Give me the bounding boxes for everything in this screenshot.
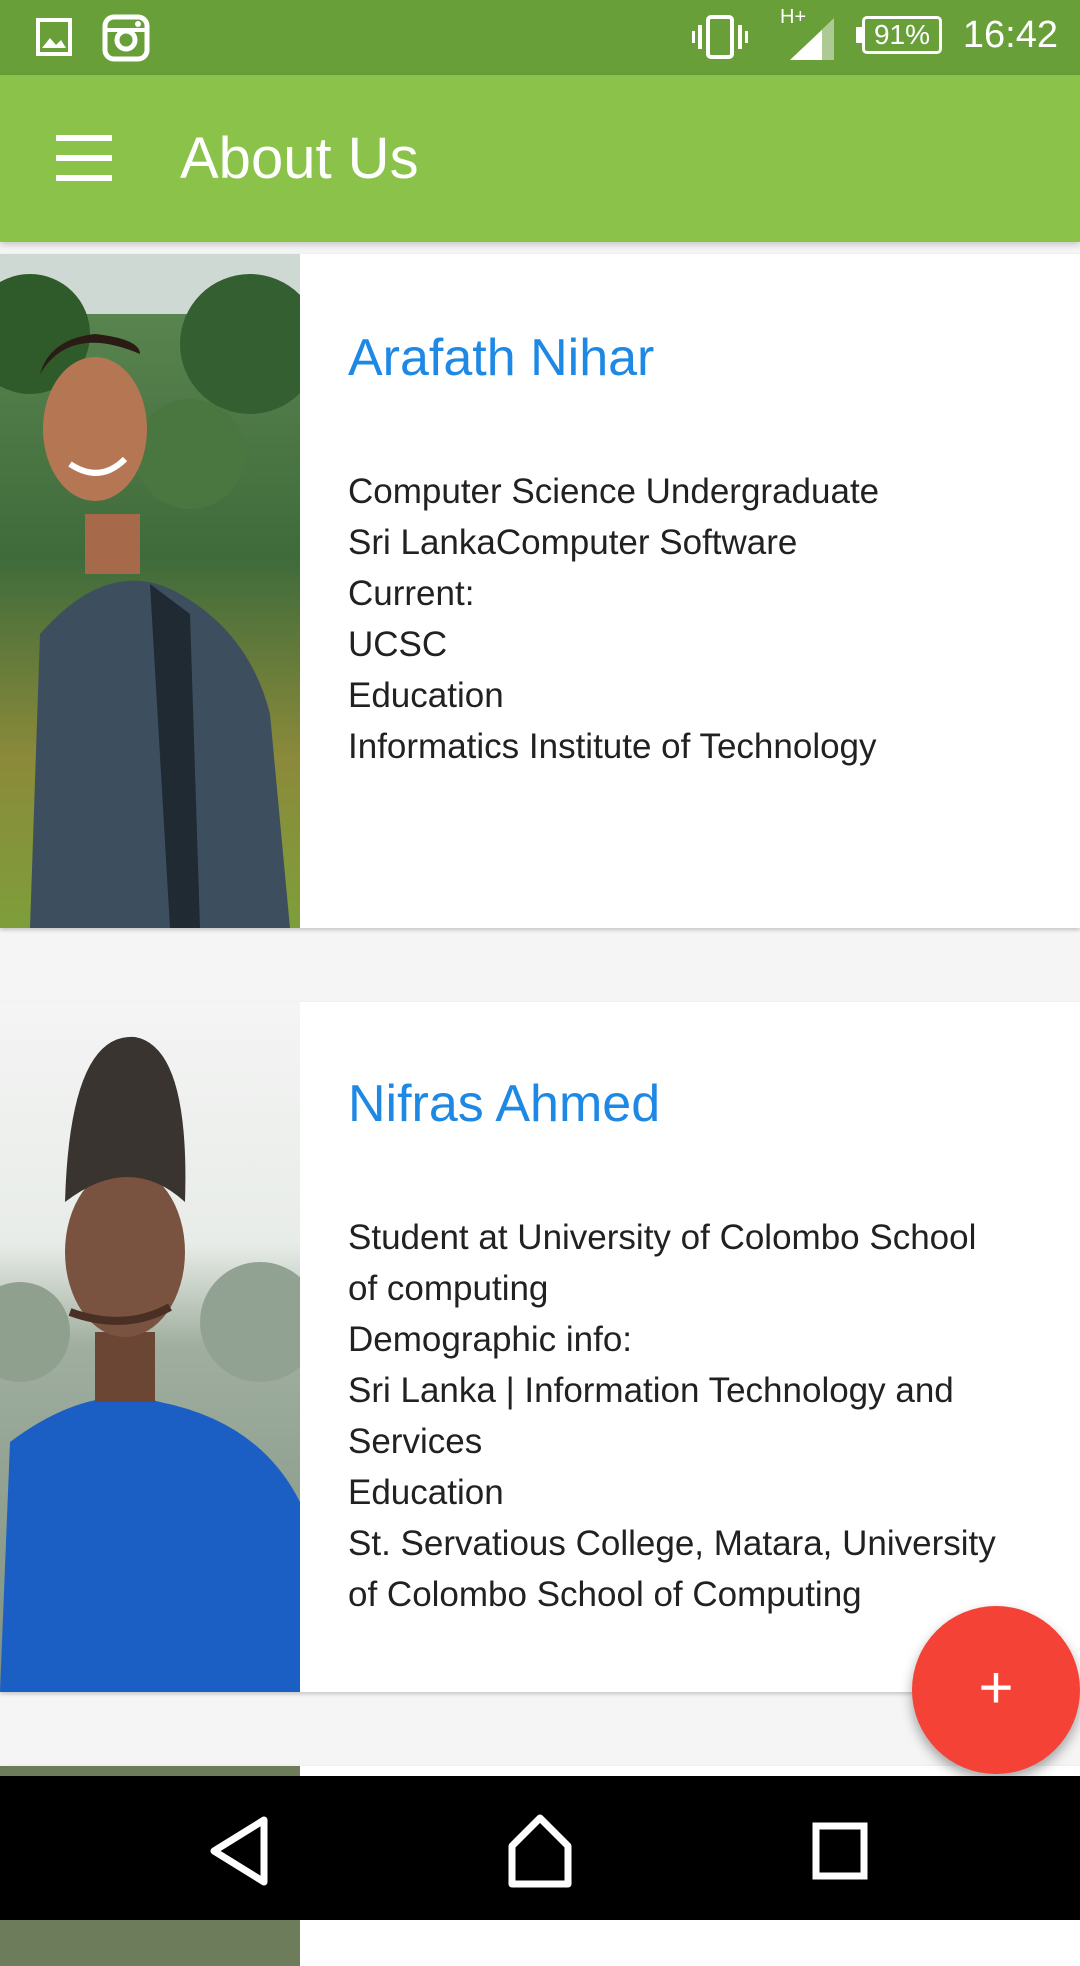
member-name: Nifras Ahmed: [348, 1075, 661, 1133]
status-time: 16:42: [962, 14, 1058, 56]
add-button[interactable]: +: [912, 1606, 1080, 1774]
instagram-icon: [102, 14, 150, 62]
status-bar: H+ 91% 16:42: [0, 0, 1080, 75]
signal-icon: [790, 18, 834, 60]
member-description: Student at University of Colombo School …: [348, 1218, 996, 1614]
battery-icon: 91%: [862, 16, 942, 54]
app-bar: About Us: [0, 75, 1080, 242]
member-card[interactable]: Nifras Ahmed Student at University of Co…: [0, 1002, 1080, 1692]
member-photo: [0, 1002, 300, 1692]
vibrate-icon: [692, 15, 748, 59]
member-name: Arafath Nihar: [348, 329, 655, 387]
member-description: Computer Science Undergraduate Sri Lanka…: [348, 472, 880, 766]
back-icon[interactable]: [192, 1806, 292, 1896]
member-card[interactable]: Arafath Nihar Computer Science Undergrad…: [0, 254, 1080, 928]
member-photo: [0, 254, 300, 928]
gallery-icon: [36, 18, 72, 56]
recents-icon[interactable]: [790, 1806, 890, 1896]
hamburger-menu-icon[interactable]: [40, 119, 126, 199]
home-icon[interactable]: [490, 1806, 590, 1896]
page-title: About Us: [180, 126, 419, 191]
navigation-bar: [0, 1776, 1080, 1920]
